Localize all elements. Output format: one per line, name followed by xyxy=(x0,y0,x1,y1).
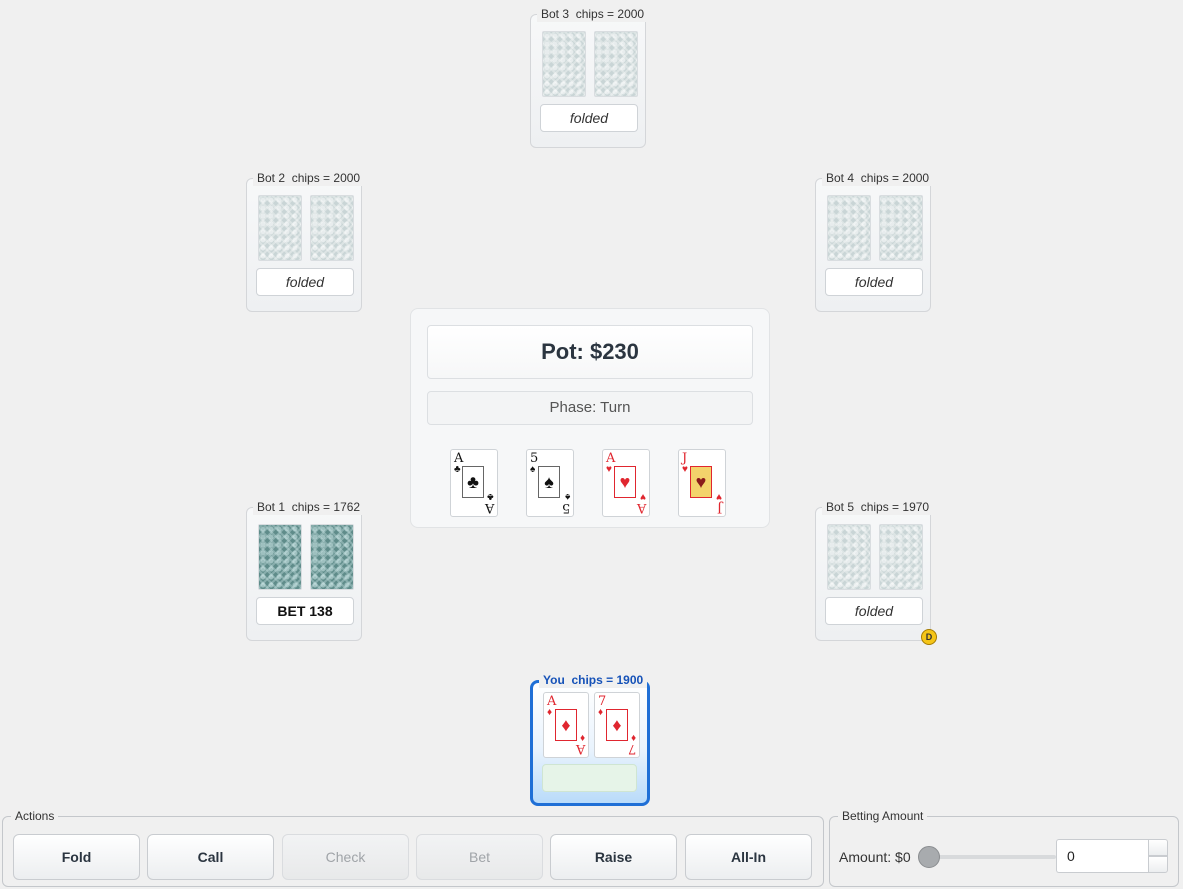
bet-amount-input[interactable]: 0 xyxy=(1056,839,1148,873)
seat-label: Bot 5 chips = 1970 xyxy=(822,499,934,515)
diamond-icon: ♦ xyxy=(555,709,577,741)
seat-status: BET 138 xyxy=(256,597,354,625)
betting-legend: Betting Amount xyxy=(842,809,924,823)
seat-chips: chips = 2000 xyxy=(860,171,930,185)
club-icon: ♣ xyxy=(462,466,484,498)
seat-status: folded xyxy=(825,597,923,625)
spin-up-button[interactable] xyxy=(1148,839,1168,856)
hole-cards xyxy=(827,524,923,590)
fold-button[interactable]: Fold xyxy=(13,834,140,880)
seat-chips: chips = 2000 xyxy=(575,7,645,21)
seat-bot-4: Bot 4 chips = 2000 folded xyxy=(815,170,934,312)
hole-cards xyxy=(827,195,923,261)
heart-icon: ♥ xyxy=(614,466,636,498)
seat-bot-3: Bot 3 chips = 2000 folded xyxy=(530,6,649,148)
all-in-button[interactable]: All-In xyxy=(685,834,812,880)
bet-slider-track[interactable] xyxy=(928,855,1056,859)
jack-face-icon: ♥ xyxy=(690,466,712,498)
seat-chips: chips = 2000 xyxy=(291,171,361,185)
seat-status: folded xyxy=(256,268,354,296)
card-rank: A xyxy=(575,741,585,756)
seat-chips: chips = 1900 xyxy=(571,673,644,687)
bet-button[interactable]: Bet xyxy=(416,834,543,880)
pot-display: Pot: $230 xyxy=(427,325,753,379)
community-board: Pot: $230 Phase: Turn A ♣ ♣ ♣ A 5 ♠ ♠ ♠ … xyxy=(410,308,770,528)
community-card: A ♣ ♣ ♣ A xyxy=(450,449,498,517)
raise-button[interactable]: Raise xyxy=(550,834,677,880)
seat-label: Bot 2 chips = 2000 xyxy=(253,170,365,186)
card-suit: ♠ xyxy=(530,464,536,475)
player-card: 7 ♦ ♦ ♦ 7 xyxy=(594,692,640,758)
hole-cards xyxy=(258,524,354,590)
card-back xyxy=(310,195,354,261)
seat-status: folded xyxy=(540,104,638,132)
seat-you: You chips = 1900 A ♦ ♦ ♦ A 7 ♦ ♦ ♦ 7 xyxy=(530,672,650,806)
check-button[interactable]: Check xyxy=(282,834,409,880)
call-button[interactable]: Call xyxy=(147,834,274,880)
seat-chips: chips = 1762 xyxy=(291,500,361,514)
seat-bot-1: Bot 1 chips = 1762 BET 138 xyxy=(246,499,365,641)
seat-name: Bot 5 xyxy=(826,500,855,514)
spade-icon: ♠ xyxy=(538,466,560,498)
seat-label: Bot 1 chips = 1762 xyxy=(253,499,365,515)
card-rank: 7 xyxy=(627,741,636,756)
seat-name: You xyxy=(543,673,565,687)
card-back xyxy=(827,524,871,590)
card-back xyxy=(258,524,302,590)
card-rank: J xyxy=(716,500,722,515)
card-back xyxy=(594,31,638,97)
card-back xyxy=(258,195,302,261)
community-card: A ♥ ♥ ♥ A xyxy=(602,449,650,517)
seat-bot-2: Bot 2 chips = 2000 folded xyxy=(246,170,365,312)
phase-display: Phase: Turn xyxy=(427,391,753,425)
seat-chips: chips = 1970 xyxy=(860,500,930,514)
seat-name: Bot 1 xyxy=(257,500,286,514)
player-card: A ♦ ♦ ♦ A xyxy=(543,692,589,758)
hole-cards: A ♦ ♦ ♦ A 7 ♦ ♦ ♦ 7 xyxy=(543,692,640,758)
actions-legend: Actions xyxy=(15,809,55,823)
card-rank: A xyxy=(484,500,494,515)
card-back xyxy=(827,195,871,261)
card-back xyxy=(542,31,586,97)
diamond-icon: ♦ xyxy=(606,709,628,741)
community-card: J ♥ ♥ ♥ J xyxy=(678,449,726,517)
hole-cards xyxy=(258,195,354,261)
card-suit: ♥ xyxy=(606,464,612,475)
seat-status: folded xyxy=(825,268,923,296)
seat-name: Bot 2 xyxy=(257,171,286,185)
dealer-button-icon: D xyxy=(921,629,937,645)
card-rank: 5 xyxy=(561,500,570,515)
card-suit: ♦ xyxy=(598,707,604,718)
seat-name: Bot 3 xyxy=(541,7,570,21)
spin-down-button[interactable] xyxy=(1148,856,1168,873)
card-suit: ♦ xyxy=(547,707,553,718)
card-back xyxy=(879,195,923,261)
card-suit: ♥ xyxy=(682,464,688,475)
card-back xyxy=(879,524,923,590)
card-rank: A xyxy=(636,500,646,515)
seat-status xyxy=(542,764,637,792)
poker-table: Bot 3 chips = 2000 folded Bot 2 chips = … xyxy=(0,0,1183,889)
seat-bot-5: Bot 5 chips = 1970 folded xyxy=(815,499,934,641)
hole-cards xyxy=(542,31,638,97)
card-back xyxy=(310,524,354,590)
seat-label: Bot 3 chips = 2000 xyxy=(537,6,649,22)
card-suit: ♣ xyxy=(454,464,461,475)
actions-panel: Actions Fold Call Check Bet Raise All-In xyxy=(2,809,824,887)
bet-slider-thumb[interactable] xyxy=(918,846,940,868)
amount-label: Amount: $0 xyxy=(839,849,911,865)
seat-label: Bot 4 chips = 2000 xyxy=(822,170,934,186)
community-card: 5 ♠ ♠ ♠ 5 xyxy=(526,449,574,517)
betting-panel: Betting Amount Amount: $0 0 xyxy=(829,809,1179,887)
seat-label: You chips = 1900 xyxy=(539,672,648,688)
seat-name: Bot 4 xyxy=(826,171,855,185)
